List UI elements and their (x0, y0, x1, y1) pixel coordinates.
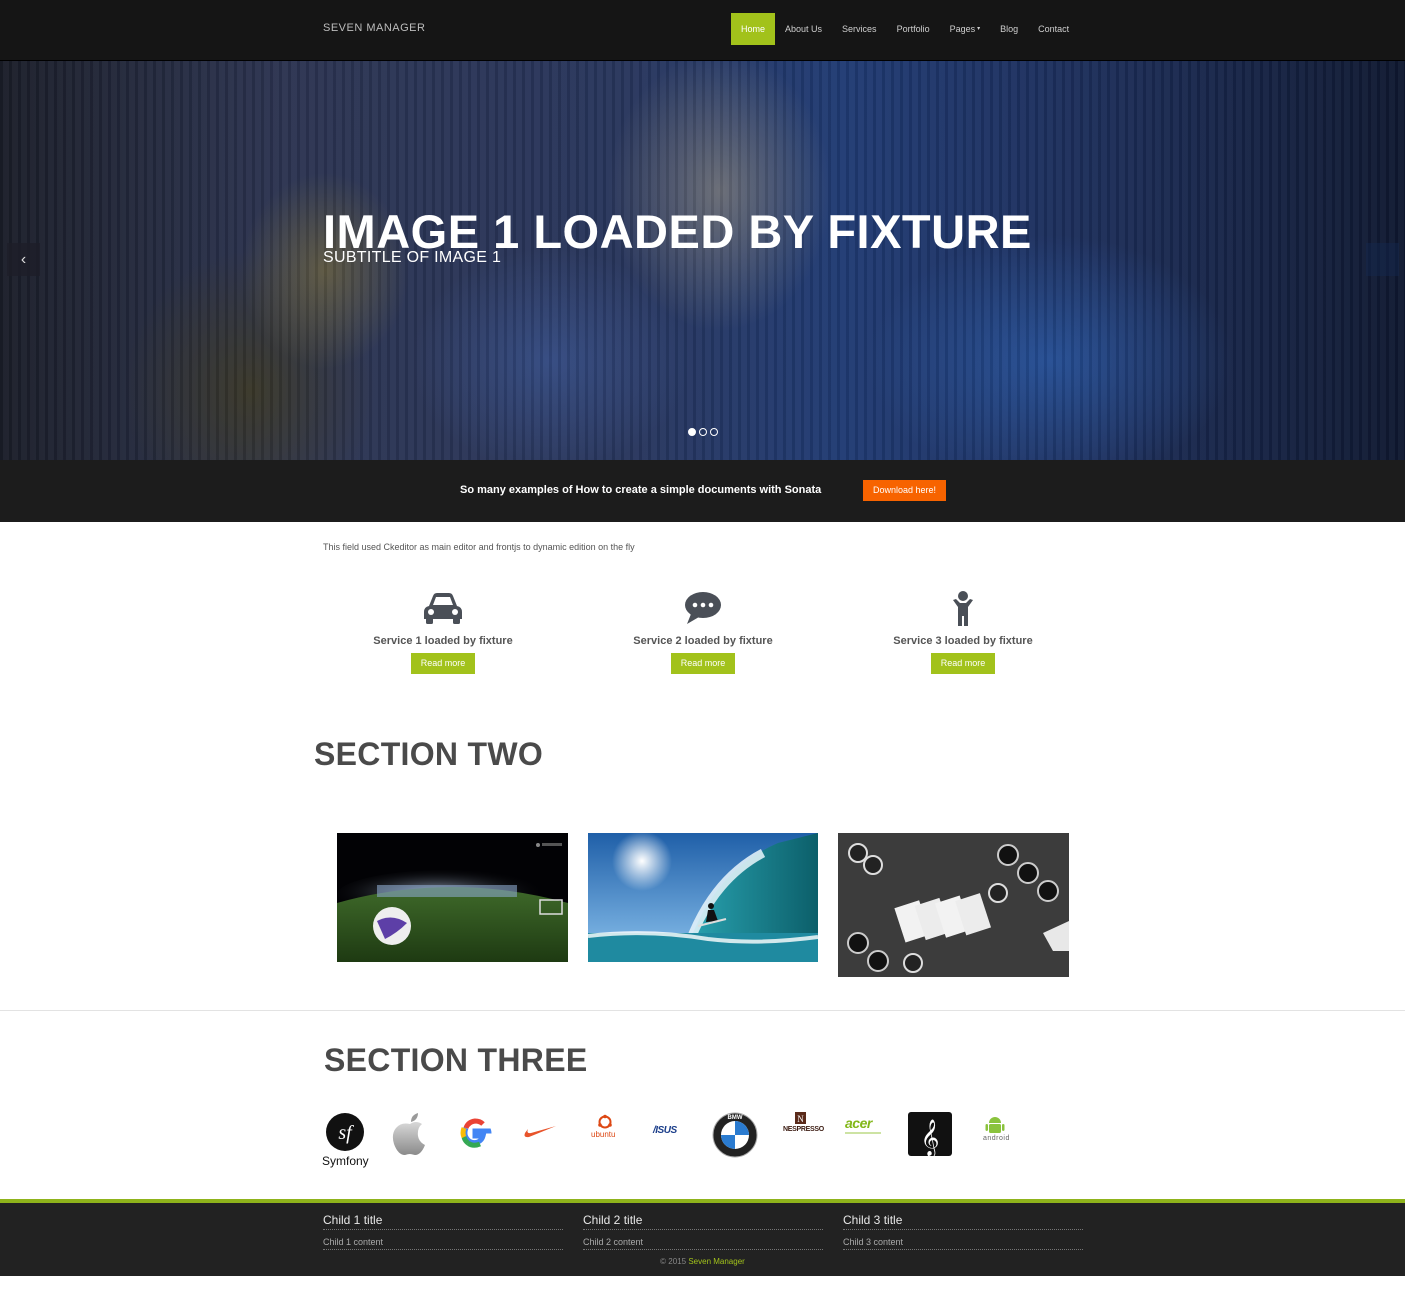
carousel-prev-button[interactable]: ‹ (7, 243, 40, 276)
footer-column-title: Child 1 title (323, 1213, 563, 1230)
top-navbar: SEVEN MANAGER Home About Us Services Por… (0, 0, 1405, 61)
ubuntu-logo[interactable]: ubuntu (590, 1114, 620, 1139)
nespresso-icon: N (795, 1112, 806, 1124)
bmw-logo[interactable]: BMW (711, 1111, 759, 1164)
google-icon (460, 1118, 492, 1148)
surfer-wave-image (588, 833, 818, 962)
service-title: Service 1 loaded by fixture (373, 635, 513, 647)
asus-logo[interactable]: /ISUS (653, 1120, 677, 1138)
nav-pages[interactable]: Pages ▾ (940, 13, 991, 45)
android-logo[interactable]: android (981, 1115, 1010, 1142)
service-title: Service 3 loaded by fixture (893, 635, 1033, 647)
carousel-dot-3[interactable] (710, 428, 718, 436)
symfony-logo[interactable]: sf Symfony (322, 1110, 370, 1173)
hero-carousel: IMAGE 1 LOADED BY FIXTURE SUBTITLE OF IM… (0, 61, 1405, 460)
nav-services[interactable]: Services (832, 13, 887, 45)
chevron-left-icon: ‹ (20, 251, 27, 268)
symfony-label: Symfony (322, 1154, 369, 1168)
footer-column-content: Child 1 content (323, 1230, 563, 1250)
section-two-title: SECTION TWO (314, 736, 544, 772)
person-icon (953, 591, 973, 626)
nespresso-label: NESPRESSO (783, 1126, 824, 1133)
svg-text:N: N (797, 1114, 804, 1124)
nav-blog[interactable]: Blog (990, 13, 1028, 45)
service-card-2: Service 2 loaded by fixture Read more (603, 590, 803, 674)
carousel-dot-1[interactable] (688, 428, 696, 436)
treble-clef-icon: 𝄞 (908, 1112, 952, 1157)
soccer-ball-stadium-image (337, 833, 568, 962)
brand-logo[interactable]: SEVEN MANAGER (323, 22, 425, 34)
acer-tagline (845, 1132, 881, 1134)
gallery-image-surfer[interactable] (588, 833, 818, 962)
read-more-button[interactable]: Read more (931, 653, 995, 674)
copyright: © 2015 Seven Manager (0, 1257, 1405, 1266)
footer-column-content: Child 2 content (583, 1230, 823, 1250)
service-card-3: Service 3 loaded by fixture Read more (863, 590, 1063, 674)
asus-label: /ISUS (653, 1125, 677, 1136)
service-card-1: Service 1 loaded by fixture Read more (343, 590, 543, 674)
apple-logo[interactable] (390, 1110, 430, 1163)
nav-portfolio[interactable]: Portfolio (887, 13, 940, 45)
bmw-icon: BMW (712, 1112, 758, 1158)
svg-text:𝄞: 𝄞 (921, 1118, 940, 1156)
footer-column-content: Child 3 content (843, 1230, 1083, 1250)
acer-label: acer (845, 1115, 872, 1131)
read-more-button[interactable]: Read more (671, 653, 735, 674)
chat-icon (685, 592, 721, 624)
gallery-image-poker[interactable] (838, 833, 1069, 977)
cta-text: So many examples of How to create a simp… (460, 484, 822, 496)
ubuntu-label: ubuntu (591, 1130, 616, 1139)
footer-column-1: Child 1 title Child 1 content (323, 1213, 563, 1250)
hero-subtitle: SUBTITLE OF IMAGE 1 (323, 249, 502, 266)
carousel-indicators (688, 428, 718, 436)
nespresso-logo[interactable]: N NESPRESSO (781, 1111, 824, 1133)
acer-logo[interactable]: acer (845, 1115, 881, 1134)
download-button[interactable]: Download here! (863, 480, 946, 501)
nav-pages-label: Pages (949, 24, 976, 34)
footer: Child 1 title Child 1 content Child 2 ti… (0, 1199, 1405, 1276)
footer-column-title: Child 2 title (583, 1213, 823, 1230)
nike-logo[interactable] (523, 1120, 557, 1145)
intro-text: This field used Ckeditor as main editor … (323, 542, 635, 552)
cta-bar: So many examples of How to create a simp… (0, 460, 1405, 522)
android-icon (985, 1117, 1005, 1133)
footer-column-2: Child 2 title Child 2 content (583, 1213, 823, 1250)
android-label: android (983, 1135, 1010, 1142)
apple-icon (392, 1113, 425, 1155)
google-logo[interactable] (458, 1116, 492, 1155)
footer-column-title: Child 3 title (843, 1213, 1083, 1230)
poker-cards-chips-image (838, 833, 1069, 977)
copyright-link[interactable]: Seven Manager (688, 1257, 744, 1266)
nav-home[interactable]: Home (731, 13, 776, 45)
section-divider (0, 1010, 1405, 1011)
nike-swoosh-icon (524, 1126, 556, 1138)
carousel-dot-2[interactable] (699, 428, 707, 436)
car-icon (424, 593, 462, 624)
nav-contact[interactable]: Contact (1028, 13, 1079, 45)
footer-column-3: Child 3 title Child 3 content (843, 1213, 1083, 1250)
section-three-title: SECTION THREE (324, 1042, 588, 1078)
treble-clef-logo[interactable]: 𝄞 (908, 1112, 952, 1161)
hero-background-image (0, 61, 1405, 460)
nav-about-us[interactable]: About Us (775, 13, 832, 45)
copyright-prefix: © 2015 (660, 1257, 687, 1266)
main-nav: Home About Us Services Portfolio Pages ▾ … (731, 13, 1079, 45)
service-title: Service 2 loaded by fixture (633, 635, 773, 647)
gallery-image-soccer[interactable] (337, 833, 568, 962)
carousel-next-button[interactable] (1366, 243, 1399, 276)
read-more-button[interactable]: Read more (411, 653, 475, 674)
caret-down-icon: ▾ (977, 26, 981, 32)
bmw-label: BMW (728, 1115, 743, 1121)
ubuntu-icon (598, 1114, 612, 1129)
